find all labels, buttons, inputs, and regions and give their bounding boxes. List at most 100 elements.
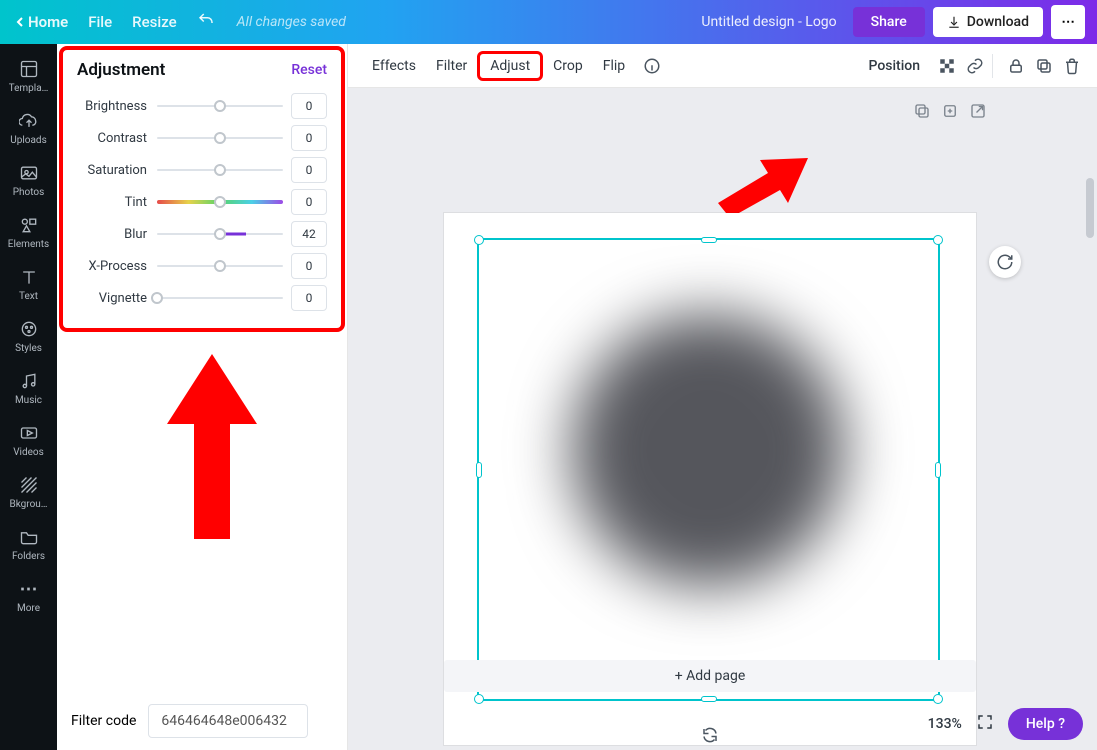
share-button[interactable]: Share bbox=[853, 7, 925, 37]
slider-row-contrast: Contrast 0 bbox=[77, 122, 327, 154]
page-sync-button[interactable] bbox=[698, 723, 722, 747]
help-button[interactable]: Help ? bbox=[1008, 708, 1083, 740]
zoom-level[interactable]: 133% bbox=[928, 716, 962, 732]
duplicate-page-icon bbox=[941, 102, 959, 120]
lock-button[interactable] bbox=[1005, 55, 1027, 77]
saturation-value[interactable]: 0 bbox=[291, 157, 327, 183]
canvas-area[interactable]: + Add page 133% Help ? bbox=[348, 88, 1097, 750]
filter-code-value[interactable]: 646464648e006432 bbox=[148, 704, 308, 738]
background-icon bbox=[19, 475, 39, 495]
slider-row-xprocess: X-Process 0 bbox=[77, 250, 327, 282]
rotate-button[interactable] bbox=[989, 246, 1021, 278]
resize-menu[interactable]: Resize bbox=[132, 13, 176, 31]
sidebar-photos[interactable]: Photos bbox=[0, 154, 57, 206]
adjustment-panel: Adjustment Reset Brightness 0 Contrast 0… bbox=[57, 44, 348, 750]
filter-code-row: Filter code 646464648e006432 bbox=[71, 704, 308, 738]
xprocess-value[interactable]: 0 bbox=[291, 253, 327, 279]
trash-icon bbox=[1063, 57, 1081, 75]
transparency-button[interactable] bbox=[936, 55, 958, 77]
brightness-value[interactable]: 0 bbox=[291, 93, 327, 119]
link-button[interactable] bbox=[964, 55, 986, 77]
download-icon bbox=[947, 15, 961, 29]
sidebar-background[interactable]: Bkgrou… bbox=[0, 466, 57, 518]
templates-icon bbox=[19, 59, 39, 79]
position-button[interactable]: Position bbox=[868, 58, 920, 74]
left-sidebar: Templa… Uploads Photos Elements Text Sty… bbox=[0, 44, 57, 750]
dots-icon: ⋯ bbox=[1061, 15, 1074, 30]
contrast-slider[interactable] bbox=[157, 129, 283, 147]
fullscreen-button[interactable] bbox=[976, 713, 994, 735]
annotation-arrow-up bbox=[167, 354, 257, 539]
main-area: Effects Filter Adjust Crop Flip Position bbox=[348, 44, 1097, 750]
chevron-left-icon bbox=[12, 14, 28, 30]
annotation-arrow-right bbox=[718, 158, 808, 218]
slider-row-tint: Tint 0 bbox=[77, 186, 327, 218]
slider-row-blur: Blur 42 bbox=[77, 218, 327, 250]
duplicate-button[interactable] bbox=[1033, 55, 1055, 77]
sidebar-videos[interactable]: Videos bbox=[0, 414, 57, 466]
slider-label: Contrast bbox=[77, 131, 157, 146]
sync-icon bbox=[701, 726, 719, 744]
more-icon: ⋯ bbox=[20, 579, 38, 600]
fullscreen-icon bbox=[976, 713, 994, 731]
reset-button[interactable]: Reset bbox=[291, 62, 327, 78]
blur-value[interactable]: 42 bbox=[291, 221, 327, 247]
saturation-slider[interactable] bbox=[157, 161, 283, 179]
tint-slider[interactable] bbox=[157, 193, 283, 211]
tab-adjust[interactable]: Adjust bbox=[477, 51, 543, 81]
context-toolbar: Effects Filter Adjust Crop Flip Position bbox=[348, 44, 1097, 88]
vertical-scrollbar[interactable] bbox=[1085, 88, 1095, 750]
page-duplicate-button[interactable] bbox=[941, 102, 959, 124]
xprocess-slider[interactable] bbox=[157, 257, 283, 275]
top-navbar: Home File Resize All changes saved Untit… bbox=[0, 0, 1097, 44]
tab-effects[interactable]: Effects bbox=[362, 52, 426, 80]
link-icon bbox=[966, 57, 984, 75]
undo-button[interactable] bbox=[197, 11, 215, 33]
sidebar-folders[interactable]: Folders bbox=[0, 518, 57, 570]
brightness-slider[interactable] bbox=[157, 97, 283, 115]
more-button[interactable]: ⋯ bbox=[1051, 5, 1085, 39]
slider-label: X-Process bbox=[77, 259, 157, 274]
filter-code-label: Filter code bbox=[71, 713, 136, 729]
text-icon bbox=[19, 267, 39, 287]
sidebar-uploads[interactable]: Uploads bbox=[0, 102, 57, 154]
sidebar-text[interactable]: Text bbox=[0, 258, 57, 310]
download-button[interactable]: Download bbox=[933, 7, 1043, 37]
page-tools bbox=[913, 102, 987, 124]
file-menu[interactable]: File bbox=[88, 13, 112, 31]
vignette-value[interactable]: 0 bbox=[291, 285, 327, 311]
slider-row-saturation: Saturation 0 bbox=[77, 154, 327, 186]
tab-crop[interactable]: Crop bbox=[543, 52, 593, 80]
elements-icon bbox=[19, 215, 39, 235]
contrast-value[interactable]: 0 bbox=[291, 125, 327, 151]
slider-label: Saturation bbox=[77, 163, 157, 178]
slider-label: Brightness bbox=[77, 99, 157, 114]
tab-filter[interactable]: Filter bbox=[426, 52, 477, 80]
page-copy-button[interactable] bbox=[913, 102, 931, 124]
sidebar-more[interactable]: ⋯More bbox=[0, 570, 57, 622]
rotate-icon bbox=[996, 253, 1014, 271]
videos-icon bbox=[19, 423, 39, 443]
lock-icon bbox=[1007, 57, 1025, 75]
styles-icon bbox=[19, 319, 39, 339]
vignette-slider[interactable] bbox=[157, 289, 283, 307]
tint-value[interactable]: 0 bbox=[291, 189, 327, 215]
folders-icon bbox=[19, 527, 39, 547]
sidebar-templates[interactable]: Templa… bbox=[0, 50, 57, 102]
sidebar-music[interactable]: Music bbox=[0, 362, 57, 414]
document-title[interactable]: Untitled design - Logo bbox=[701, 14, 836, 30]
sidebar-elements[interactable]: Elements bbox=[0, 206, 57, 258]
save-status: All changes saved bbox=[237, 14, 346, 30]
blur-slider[interactable] bbox=[157, 225, 283, 243]
slider-row-vignette: Vignette 0 bbox=[77, 282, 327, 314]
delete-button[interactable] bbox=[1061, 55, 1083, 77]
tab-flip[interactable]: Flip bbox=[593, 52, 635, 80]
page-share-button[interactable] bbox=[969, 102, 987, 124]
info-button[interactable] bbox=[641, 55, 663, 77]
transparency-icon bbox=[938, 57, 956, 75]
add-page-button[interactable]: + Add page bbox=[444, 660, 976, 692]
undo-icon bbox=[197, 11, 215, 29]
home-button[interactable]: Home bbox=[12, 13, 68, 31]
sidebar-styles[interactable]: Styles bbox=[0, 310, 57, 362]
selection-box[interactable] bbox=[477, 238, 940, 701]
